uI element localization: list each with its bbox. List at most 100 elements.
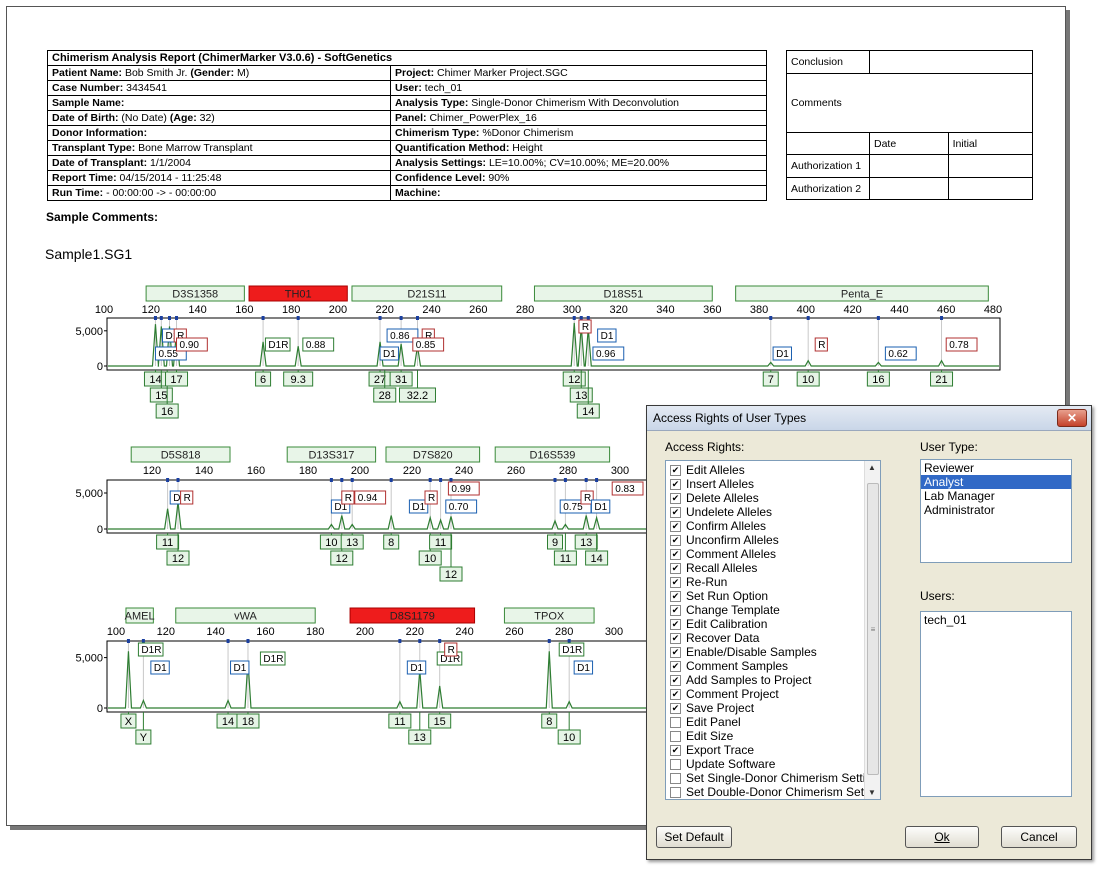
allele-label: 12: [568, 374, 580, 386]
checkbox[interactable]: ✔: [670, 674, 681, 686]
axis-tick-label: 420: [843, 304, 861, 316]
access-right-label: Change Template: [686, 603, 780, 617]
allele-label: X: [125, 716, 133, 728]
checkbox[interactable]: ✔: [670, 464, 681, 476]
checkbox[interactable]: ✔: [670, 478, 681, 490]
access-right-item[interactable]: Set Single-Donor Chimerism Setti: [666, 771, 880, 785]
scroll-thumb[interactable]: ≡: [867, 483, 879, 775]
access-right-item[interactable]: ✔ Comment Project: [666, 687, 880, 701]
access-right-item[interactable]: ✔ Undelete Alleles: [666, 505, 880, 519]
access-rights-scrollbar[interactable]: ▲ ≡ ▼: [864, 461, 880, 799]
access-right-label: Comment Samples: [686, 659, 789, 673]
peak-marker: [176, 478, 180, 482]
access-right-item[interactable]: Update Software: [666, 757, 880, 771]
access-right-label: Re-Run: [686, 575, 728, 589]
access-right-item[interactable]: ✔ Unconfirm Alleles: [666, 533, 880, 547]
checkbox[interactable]: ✔: [670, 548, 681, 560]
access-right-item[interactable]: ✔ Recover Data: [666, 631, 880, 645]
cancel-button[interactable]: Cancel: [1001, 826, 1077, 848]
user-type-item[interactable]: Administrator: [921, 503, 1071, 517]
axis-tick-label: 180: [282, 304, 300, 316]
checkbox[interactable]: ✔: [670, 562, 681, 574]
peak-marker: [418, 639, 422, 643]
access-right-item[interactable]: ✔ Edit Calibration: [666, 617, 880, 631]
access-right-item[interactable]: ✔ Delete Alleles: [666, 491, 880, 505]
user-item[interactable]: tech_01: [921, 613, 1071, 627]
user-type-list[interactable]: Reviewer Analyst Lab Manager Administrator: [920, 459, 1072, 563]
access-right-label: Recall Alleles: [686, 561, 758, 575]
checkbox[interactable]: ✔: [670, 506, 681, 518]
axis-tick-label: 300: [605, 626, 623, 638]
peak-marker: [876, 316, 880, 320]
checkbox[interactable]: ✔: [670, 688, 681, 700]
user-type-item[interactable]: Analyst: [921, 475, 1071, 489]
checkbox[interactable]: ✔: [670, 702, 681, 714]
checkbox[interactable]: [670, 772, 681, 784]
checkbox[interactable]: ✔: [670, 590, 681, 602]
access-right-item[interactable]: ✔ Insert Alleles: [666, 477, 880, 491]
peak-callout-label: D1: [577, 663, 590, 674]
access-right-item[interactable]: ✔ Confirm Alleles: [666, 519, 880, 533]
allele-label: 11: [560, 553, 571, 565]
checkbox[interactable]: ✔: [670, 576, 681, 588]
access-rights-list[interactable]: ✔ Edit Alleles ✔ Insert Alleles ✔ Delete Alle…: [665, 460, 881, 800]
peak-marker: [340, 478, 344, 482]
access-right-item[interactable]: ✔ Set Run Option: [666, 589, 880, 603]
scroll-down-icon[interactable]: ▼: [868, 788, 876, 797]
checkbox[interactable]: ✔: [670, 520, 681, 532]
axis-tick-label: 180: [306, 626, 324, 638]
access-right-item[interactable]: Set Double-Donor Chimerism Set: [666, 785, 880, 799]
access-rights-dialog: Access Rights of User Types ✕ Access Rig…: [646, 405, 1092, 860]
scroll-up-icon[interactable]: ▲: [868, 463, 876, 472]
checkbox[interactable]: ✔: [670, 646, 681, 658]
access-right-label: Undelete Alleles: [686, 505, 773, 519]
checkbox[interactable]: [670, 716, 681, 728]
axis-tick-label: 480: [984, 304, 1002, 316]
checkbox[interactable]: ✔: [670, 492, 681, 504]
y-tick-label: 0: [97, 524, 103, 536]
dialog-titlebar: Access Rights of User Types ✕: [647, 406, 1091, 431]
peak-callout-label: 0.55: [158, 349, 178, 360]
access-right-item[interactable]: Edit Panel: [666, 715, 880, 729]
user-type-item[interactable]: Reviewer: [921, 461, 1071, 475]
checkbox[interactable]: ✔: [670, 604, 681, 616]
allele-label: 7: [768, 374, 774, 386]
access-right-item[interactable]: ✔ Recall Alleles: [666, 561, 880, 575]
axis-tick-label: 320: [610, 304, 628, 316]
checkbox[interactable]: ✔: [670, 618, 681, 630]
access-right-item[interactable]: ✔ Save Project: [666, 701, 880, 715]
access-right-item[interactable]: ✔ Add Samples to Project: [666, 673, 880, 687]
peak-marker: [586, 316, 590, 320]
peak-marker: [399, 316, 403, 320]
users-list[interactable]: tech_01: [920, 611, 1072, 797]
peak-marker: [940, 316, 944, 320]
access-right-item[interactable]: ✔ Export Trace: [666, 743, 880, 757]
access-right-item[interactable]: ✔ Re-Run: [666, 575, 880, 589]
access-right-item[interactable]: ✔ Change Template: [666, 603, 880, 617]
access-right-item[interactable]: Edit Size: [666, 729, 880, 743]
close-icon[interactable]: ✕: [1057, 409, 1087, 427]
access-right-item[interactable]: ✔ Comment Alleles: [666, 547, 880, 561]
axis-tick-label: 340: [656, 304, 674, 316]
checkbox[interactable]: ✔: [670, 632, 681, 644]
allele-label: 14: [222, 716, 234, 728]
checkbox[interactable]: [670, 786, 681, 798]
access-right-item[interactable]: ✔ Edit Alleles: [666, 463, 880, 477]
checkbox[interactable]: [670, 758, 681, 770]
checkbox[interactable]: ✔: [670, 744, 681, 756]
access-right-item[interactable]: ✔ Enable/Disable Samples: [666, 645, 880, 659]
ok-button[interactable]: Ok: [905, 826, 979, 848]
checkbox[interactable]: ✔: [670, 534, 681, 546]
checkbox[interactable]: [670, 730, 681, 742]
access-right-item[interactable]: ✔ Comment Samples: [666, 659, 880, 673]
locus-label: D21S11: [407, 289, 446, 301]
axis-tick-label: 260: [507, 465, 525, 477]
checkbox[interactable]: ✔: [670, 660, 681, 672]
axis-tick-label: 100: [107, 626, 125, 638]
locus-label: D18S51: [603, 289, 643, 301]
peak-callout-label: R: [184, 493, 191, 504]
locus-label: D5S818: [161, 450, 201, 462]
allele-label: 15: [434, 716, 446, 728]
user-type-item[interactable]: Lab Manager: [921, 489, 1071, 503]
set-default-button[interactable]: Set Default: [656, 826, 732, 848]
